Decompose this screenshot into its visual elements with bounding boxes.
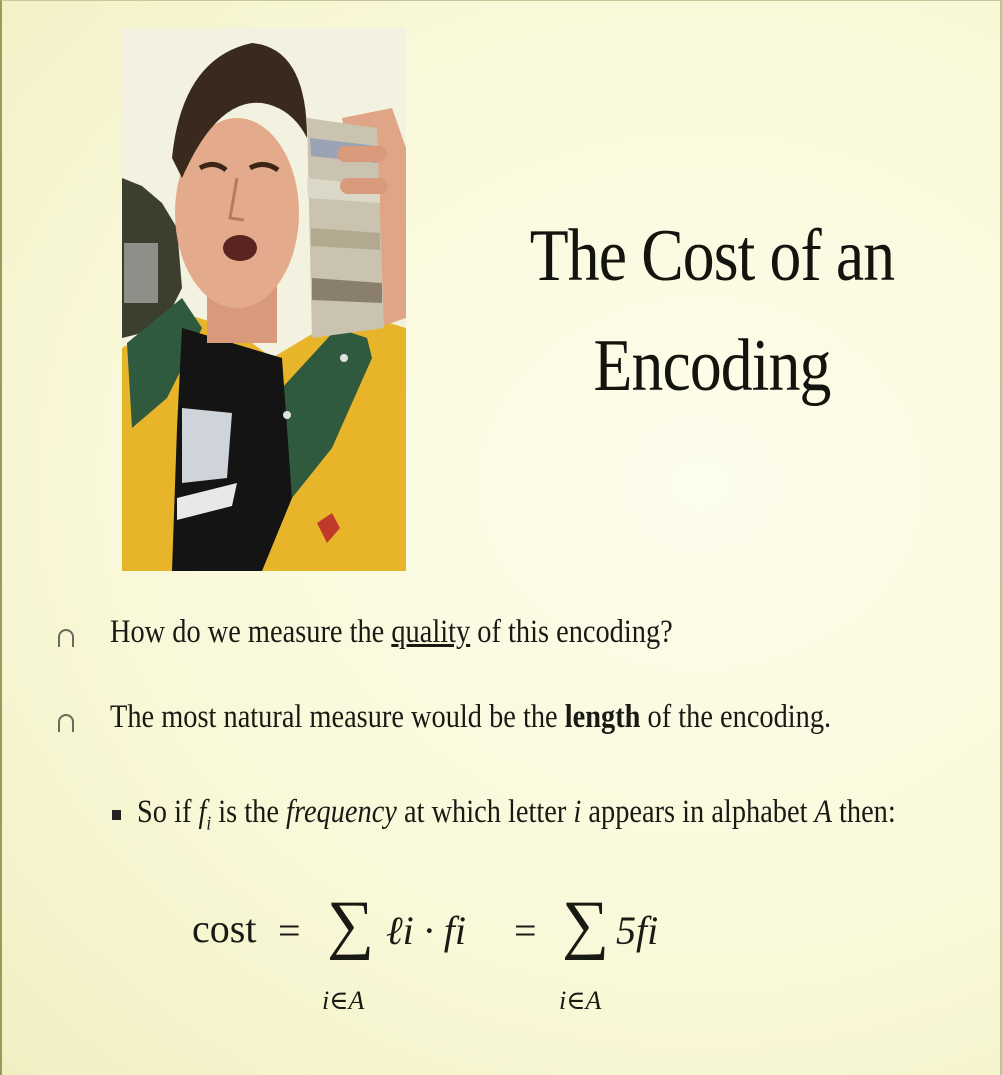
slide-title: The Cost of an Encoding [497,201,927,421]
bullet-circle-icon [58,629,74,647]
slide: The Cost of an Encoding How do we measur… [0,0,1002,1075]
bullet-2-text-b: of the encoding. [640,699,832,735]
formula-term-1: ℓi · fi [386,908,466,953]
bullet-1-text-b: of this encoding? [470,614,673,650]
title-line-2: Encoding [593,325,831,407]
formula-term-2: 5fi [616,908,659,953]
bullet-1-quality: quality [391,614,471,650]
sub-text-4: appears in alphabet [581,794,815,830]
sub-alphabet-A: A [814,794,832,830]
bullet-1-text-a: How do we measure the [110,614,392,650]
sub-text-1: So if [137,794,199,830]
formula-cost: cost [192,906,257,951]
sub-letter-i: i [573,794,582,830]
sub-f: f [198,794,207,830]
bullet-1: How do we measure the quality of this en… [110,614,673,651]
sub-text-3: at which letter [396,794,574,830]
formula-sum-2-index: i∈A [559,986,602,1015]
sub-text-5: then: [831,794,896,830]
bullet-2-text-a: The most natural measure would be the [110,699,565,735]
title-line-1: The Cost of an [529,215,895,297]
formula-sum-1: ∑ [327,888,375,961]
formula-equals-2: = [514,908,537,953]
bullet-circle-icon [58,714,74,732]
sub-bullet: So if f i is the frequency at which lette… [137,794,896,836]
sub-text-2: is the [211,794,287,830]
square-bullet-icon [112,810,121,820]
bullet-2: The most natural measure would be the le… [110,699,831,736]
bullet-2-length: length [564,699,641,735]
formula-sum-2: ∑ [562,888,610,961]
photo-man-with-money [122,28,406,571]
formula-equals-1: = [278,908,301,953]
formula-sum-1-index: i∈A [322,986,365,1015]
sub-frequency: frequency [286,794,397,830]
